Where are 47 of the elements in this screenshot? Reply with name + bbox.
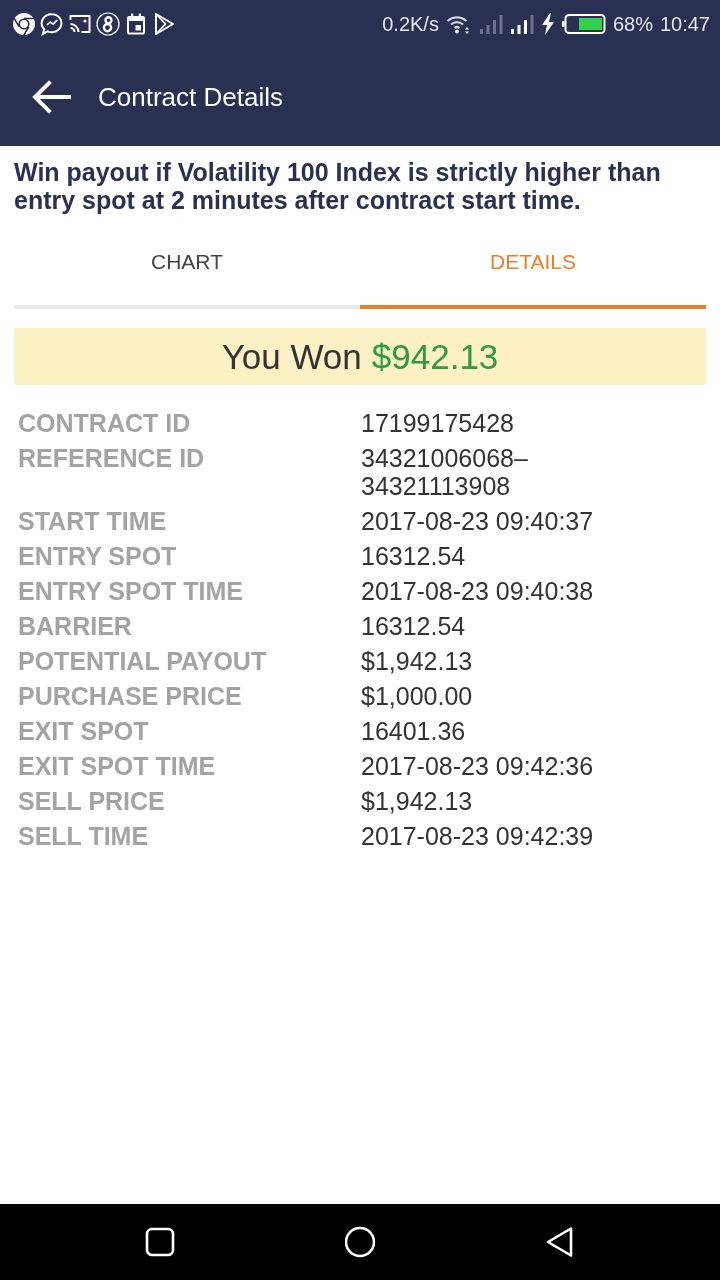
detail-label: EXIT SPOT bbox=[18, 715, 150, 747]
clock-time: 10:47 bbox=[659, 12, 710, 36]
detail-value: 16312.54 bbox=[361, 610, 467, 642]
detail-value: 16401.36 bbox=[361, 715, 467, 747]
recents-square-icon[interactable] bbox=[145, 1226, 175, 1258]
detail-value: 2017-08-23 09:40:37 bbox=[361, 505, 595, 537]
detail-value: 34321006068–34321113908 bbox=[361, 442, 529, 502]
calendar-icon bbox=[124, 12, 148, 36]
wifi-icon bbox=[445, 13, 472, 35]
tab[interactable]: CHART bbox=[14, 219, 360, 309]
round-logo-icon bbox=[12, 12, 36, 36]
battery-percent: 68% bbox=[612, 12, 653, 36]
cast-icon bbox=[68, 12, 92, 36]
back-triangle-icon[interactable] bbox=[545, 1226, 575, 1258]
detail-label: CONTRACT ID bbox=[18, 407, 192, 439]
detail-value: $1,000.00 bbox=[361, 680, 474, 712]
detail-label: SELL PRICE bbox=[18, 785, 166, 817]
detail-value: $1,942.13 bbox=[361, 785, 474, 817]
detail-label: PURCHASE PRICE bbox=[18, 680, 243, 712]
detail-label: SELL TIME bbox=[18, 820, 150, 852]
chat-bubble-icon bbox=[40, 12, 64, 36]
network-speed: 0.2K/s bbox=[382, 12, 439, 36]
detail-label: POTENTIAL PAYOUT bbox=[18, 645, 268, 677]
screen-title: Contract Details bbox=[98, 81, 283, 113]
contract-description: Win payout if Volatility 100 Index is strictly higher than entry spot at 2 minutes after contract start time. bbox=[13, 157, 662, 214]
result-label: You Won bbox=[221, 336, 362, 377]
signal-bars-icon bbox=[478, 13, 503, 35]
back-arrow-icon bbox=[31, 80, 71, 114]
lightning-bolt-icon bbox=[540, 13, 555, 35]
detail-value: 2017-08-23 09:42:39 bbox=[361, 820, 595, 852]
result-amount: $942.13 bbox=[371, 336, 499, 377]
detail-value: 17199175428 bbox=[361, 407, 515, 439]
detail-label: START TIME bbox=[18, 505, 168, 537]
signal-bars-icon bbox=[509, 13, 534, 35]
detail-label: REFERENCE ID bbox=[18, 442, 206, 474]
ring-logo-icon bbox=[96, 12, 120, 36]
back-button[interactable] bbox=[30, 79, 72, 115]
detail-value: 2017-08-23 09:40:38 bbox=[361, 575, 595, 607]
detail-value: $1,942.13 bbox=[361, 645, 474, 677]
detail-value: 2017-08-23 09:42:36 bbox=[361, 750, 595, 782]
detail-value: 16312.54 bbox=[361, 540, 467, 572]
detail-label: ENTRY SPOT bbox=[18, 540, 178, 572]
detail-label: BARRIER bbox=[18, 610, 133, 642]
detail-label: ENTRY SPOT TIME bbox=[18, 575, 245, 607]
battery-icon bbox=[561, 13, 606, 35]
play-triangle-icon bbox=[152, 12, 176, 36]
detail-label: EXIT SPOT TIME bbox=[18, 750, 217, 782]
